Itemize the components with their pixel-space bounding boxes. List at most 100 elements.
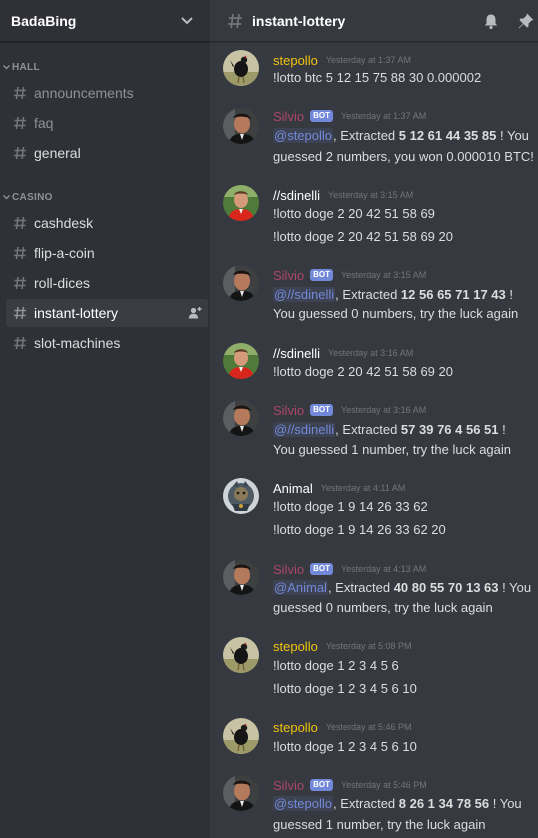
channel-label: slot-machines bbox=[34, 335, 121, 351]
message-line: guessed 0 numbers, try the luck again bbox=[273, 600, 493, 615]
avatar[interactable] bbox=[223, 559, 259, 595]
hash-icon bbox=[12, 215, 28, 231]
message-text: , Extracted bbox=[335, 422, 401, 437]
author-name[interactable]: Silvio bbox=[273, 403, 304, 418]
author-name[interactable]: Silvio bbox=[273, 562, 304, 577]
guild-name: BadaBing bbox=[11, 12, 77, 29]
avatar[interactable] bbox=[223, 265, 259, 301]
author-name[interactable]: stepollo bbox=[273, 53, 318, 68]
author-name[interactable]: Animal bbox=[273, 481, 313, 496]
message-text: , Extracted bbox=[327, 580, 394, 595]
message-header: //sdinelli Yesterday at 3:16 AM bbox=[273, 344, 413, 362]
message-header: stepollo Yesterday at 1:37 AM bbox=[273, 51, 411, 69]
timestamp: Yesterday at 5:08 PM bbox=[325, 641, 412, 651]
chevron-down-icon[interactable] bbox=[180, 14, 194, 28]
hash-icon bbox=[12, 335, 28, 351]
avatar[interactable] bbox=[223, 400, 259, 436]
category-label: HALL bbox=[12, 61, 40, 73]
avatar[interactable] bbox=[223, 478, 259, 514]
timestamp: Yesterday at 3:15 AM bbox=[340, 270, 427, 280]
channel-announcements[interactable]: announcements bbox=[6, 79, 208, 107]
category-hall[interactable]: HALL bbox=[0, 59, 210, 75]
message-line: !lotto doge 1 2 3 4 5 6 10 bbox=[273, 681, 417, 696]
user-mention[interactable]: @//sdinelli bbox=[273, 422, 336, 437]
guild-header[interactable]: BadaBing bbox=[0, 0, 210, 42]
message-header: Silvio BOT Yesterday at 3:15 AM bbox=[273, 266, 426, 284]
timestamp: Yesterday at 1:37 AM bbox=[325, 55, 412, 65]
message-line: guessed 1 number, try the luck again bbox=[273, 817, 486, 832]
hash-icon bbox=[12, 305, 28, 321]
message-line: !lotto doge 1 9 14 26 33 62 bbox=[273, 499, 428, 514]
message-line: !lotto doge 2 20 42 51 58 69 20 bbox=[273, 364, 453, 379]
message-line: @//sdinelli, Extracted 12 56 65 71 17 43… bbox=[273, 286, 513, 304]
hash-icon bbox=[12, 85, 28, 101]
user-mention[interactable]: @stepollo bbox=[273, 796, 334, 811]
message-line: !lotto doge 2 20 42 51 58 69 bbox=[273, 206, 435, 221]
message-line: !lotto doge 1 2 3 4 5 6 10 bbox=[273, 739, 417, 754]
message-text: , Extracted bbox=[333, 796, 399, 811]
user-mention[interactable]: @Animal bbox=[273, 580, 328, 595]
message-header: Silvio BOT Yesterday at 1:37 AM bbox=[273, 107, 426, 125]
timestamp: Yesterday at 3:15 AM bbox=[327, 190, 414, 200]
timestamp: Yesterday at 4:11 AM bbox=[320, 483, 406, 493]
channel-faq[interactable]: faq bbox=[6, 109, 208, 137]
avatar[interactable] bbox=[223, 185, 259, 221]
channel-label: roll-dices bbox=[34, 275, 91, 291]
user-mention[interactable]: @//sdinelli bbox=[273, 287, 336, 302]
avatar[interactable] bbox=[223, 108, 259, 144]
channel-flip-a-coin[interactable]: flip-a-coin bbox=[6, 239, 208, 267]
author-name[interactable]: stepollo bbox=[273, 720, 318, 735]
author-name[interactable]: Silvio bbox=[273, 109, 304, 124]
timestamp: Yesterday at 5:46 PM bbox=[340, 780, 427, 790]
message-line: @stepollo, Extracted 8 26 1 34 78 56 ! Y… bbox=[273, 795, 522, 813]
message-text: , Extracted bbox=[335, 287, 401, 302]
user-mention[interactable]: @stepollo bbox=[273, 128, 334, 143]
author-name[interactable]: Silvio bbox=[273, 778, 304, 793]
message-header: Silvio BOT Yesterday at 5:46 PM bbox=[273, 776, 427, 794]
message-text: ! You bbox=[496, 128, 529, 143]
message-line: !lotto doge 1 2 3 4 5 6 bbox=[273, 658, 399, 673]
channel-instant-lottery[interactable]: instant-lottery bbox=[6, 299, 208, 327]
bot-badge: BOT bbox=[310, 404, 333, 416]
avatar[interactable] bbox=[223, 637, 259, 673]
timestamp: Yesterday at 3:16 AM bbox=[327, 348, 414, 358]
timestamp: Yesterday at 3:16 AM bbox=[340, 405, 427, 415]
extracted-numbers: 5 12 61 44 35 85 bbox=[398, 128, 497, 143]
bot-badge: BOT bbox=[310, 563, 333, 575]
message-header: stepollo Yesterday at 5:46 PM bbox=[273, 718, 412, 736]
channel-roll-dices[interactable]: roll-dices bbox=[6, 269, 208, 297]
message-header: //sdinelli Yesterday at 3:15 AM bbox=[273, 186, 413, 204]
message-line: !lotto btc 5 12 15 75 88 30 0.000002 bbox=[273, 70, 482, 85]
avatar[interactable] bbox=[223, 718, 259, 754]
timestamp: Yesterday at 1:37 AM bbox=[340, 111, 427, 121]
message-line: @stepollo, Extracted 5 12 61 44 35 85 ! … bbox=[273, 127, 529, 145]
extracted-numbers: 57 39 76 4 56 51 bbox=[400, 422, 499, 437]
message-line: @Animal, Extracted 40 80 55 70 13 63 ! Y… bbox=[273, 579, 531, 597]
avatar[interactable] bbox=[223, 50, 259, 86]
channel-slot-machines[interactable]: slot-machines bbox=[6, 329, 208, 357]
channel-general[interactable]: general bbox=[6, 139, 208, 167]
message-line: !lotto doge 2 20 42 51 58 69 20 bbox=[273, 229, 453, 244]
avatar[interactable] bbox=[223, 775, 259, 811]
message-header: stepollo Yesterday at 5:08 PM bbox=[273, 637, 412, 655]
hash-icon bbox=[12, 245, 28, 261]
bot-badge: BOT bbox=[310, 110, 333, 122]
category-casino[interactable]: CASINO bbox=[0, 189, 210, 205]
extracted-numbers: 8 26 1 34 78 56 bbox=[398, 796, 490, 811]
avatar[interactable] bbox=[223, 343, 259, 379]
add-user-icon[interactable] bbox=[188, 306, 202, 320]
message-header: Silvio BOT Yesterday at 3:16 AM bbox=[273, 401, 426, 419]
timestamp: Yesterday at 4:13 AM bbox=[340, 564, 427, 574]
author-name[interactable]: Silvio bbox=[273, 268, 304, 283]
channel-label: faq bbox=[34, 115, 54, 131]
message-line: You guessed 1 number, try the luck again bbox=[273, 442, 512, 457]
author-name[interactable]: stepollo bbox=[273, 639, 318, 654]
channel-label: instant-lottery bbox=[34, 305, 119, 321]
extracted-numbers: 40 80 55 70 13 63 bbox=[393, 580, 499, 595]
channel-cashdesk[interactable]: cashdesk bbox=[6, 209, 208, 237]
hash-icon bbox=[12, 275, 28, 291]
message-text: , Extracted bbox=[333, 128, 399, 143]
extracted-numbers: 12 56 65 71 17 43 bbox=[400, 287, 506, 302]
author-name[interactable]: //sdinelli bbox=[273, 346, 320, 361]
author-name[interactable]: //sdinelli bbox=[273, 188, 320, 203]
